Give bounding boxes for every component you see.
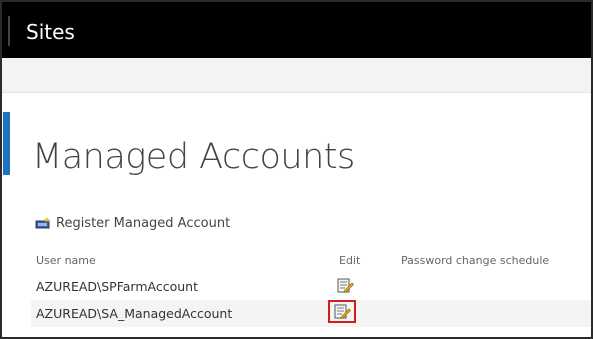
- suite-bar: Sites: [2, 2, 591, 58]
- table-row: AZUREAD\SA_ManagedAccount: [31, 300, 591, 327]
- suite-bar-title[interactable]: Sites: [26, 20, 75, 44]
- edit-button[interactable]: [334, 276, 356, 296]
- edit-button-highlighted[interactable]: [328, 300, 356, 323]
- suite-bar-divider: [8, 16, 10, 46]
- edit-icon: [337, 278, 354, 293]
- table-row: AZUREAD\SPFarmAccount: [31, 273, 591, 300]
- column-header-edit: Edit: [339, 254, 361, 267]
- register-account-icon: [35, 217, 51, 230]
- page-title: Managed Accounts: [32, 137, 355, 177]
- screenshot-frame: Sites Managed Accounts Register Managed …: [0, 0, 593, 339]
- ribbon-bar: [2, 58, 591, 93]
- register-managed-account-link[interactable]: Register Managed Account: [35, 216, 230, 231]
- column-header-password-change-schedule: Password change schedule: [401, 254, 550, 267]
- column-header-user-name: User name: [36, 254, 96, 267]
- edit-icon: [334, 304, 351, 319]
- account-name: AZUREAD\SA_ManagedAccount: [36, 306, 233, 321]
- account-name: AZUREAD\SPFarmAccount: [36, 279, 198, 294]
- left-accent-bar: [3, 112, 10, 175]
- register-managed-account-label: Register Managed Account: [56, 216, 231, 231]
